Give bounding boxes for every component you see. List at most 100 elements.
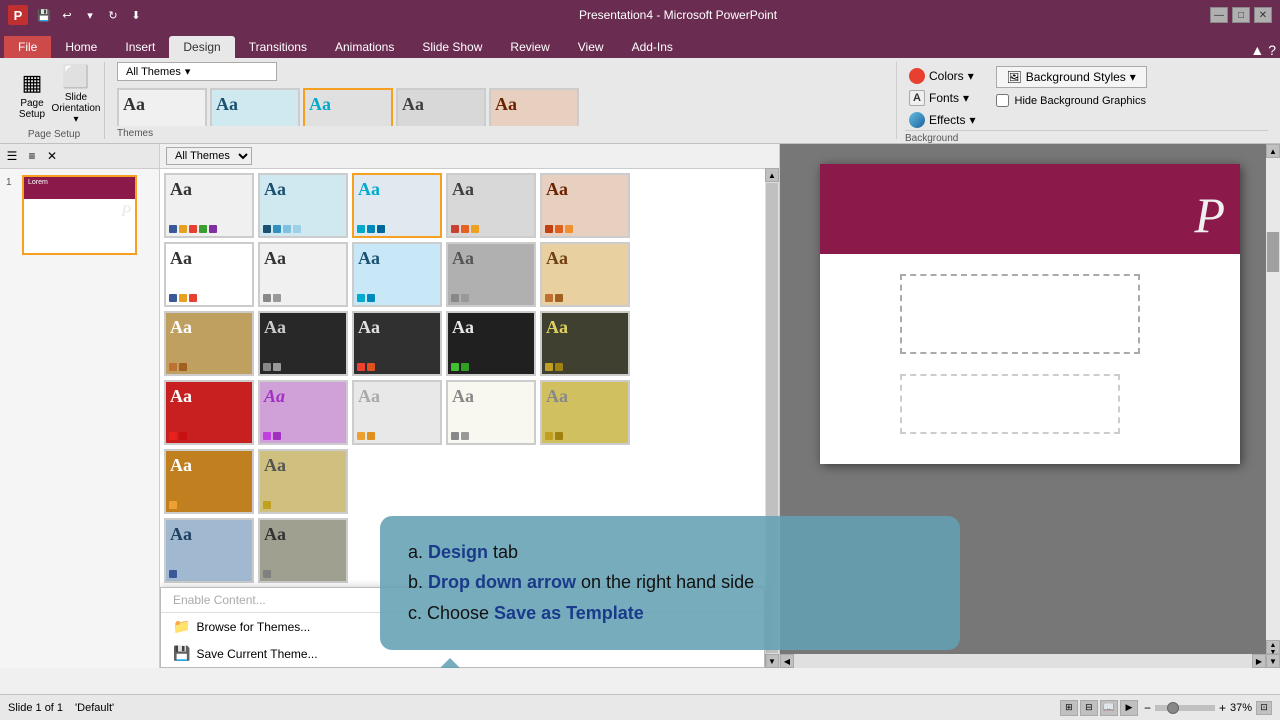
tab-addins[interactable]: Add-Ins xyxy=(618,36,687,58)
status-right-area: ⊞ ⊟ 📖 ▶ − + 37% ⊡ xyxy=(1060,700,1272,716)
theme-20[interactable]: Aa xyxy=(540,380,630,445)
theme-12[interactable]: Aa xyxy=(258,311,348,376)
page-setup-label: PageSetup xyxy=(19,98,45,120)
theme-5[interactable]: Aa xyxy=(540,173,630,238)
canvas-scroll-nav-up[interactable]: ▲ xyxy=(1270,642,1277,649)
app-icon: P xyxy=(8,5,28,25)
reading-view-btn[interactable]: 📖 xyxy=(1100,700,1118,716)
refresh-btn[interactable]: ↻ xyxy=(103,5,123,25)
theme-16[interactable]: Aa xyxy=(164,380,254,445)
tab-file[interactable]: File xyxy=(4,36,51,58)
tab-design[interactable]: Design xyxy=(169,36,234,58)
scroll-down-btn[interactable]: ▼ xyxy=(765,654,779,668)
themes-filter-select[interactable]: All Themes xyxy=(166,147,252,165)
all-themes-dropdown[interactable]: All Themes ▾ xyxy=(117,62,277,81)
collapse-ribbon-btn[interactable]: ▲ xyxy=(1250,42,1264,58)
theme-10[interactable]: Aa xyxy=(540,242,630,307)
zoom-out-btn[interactable]: − xyxy=(1144,701,1151,715)
canvas-scroll-down[interactable]: ▼ xyxy=(1266,654,1280,668)
colors-button[interactable]: Colors ▾ xyxy=(905,66,980,86)
callout-design-bold: Design xyxy=(428,542,488,562)
slide-thumbnail-list: 1 Lorem P xyxy=(0,169,159,261)
tab-slideshow[interactable]: Slide Show xyxy=(408,36,496,58)
theme-office[interactable]: Aa xyxy=(164,173,254,238)
slide-thumb-title: Lorem xyxy=(24,177,135,188)
hide-bg-row: Hide Background Graphics xyxy=(996,94,1147,107)
colors-icon xyxy=(909,68,925,84)
close-panel-btn[interactable]: ✕ xyxy=(42,146,62,166)
ribbon-tabs: File Home Insert Design Transitions Anim… xyxy=(0,30,1280,58)
tab-review[interactable]: Review xyxy=(496,36,563,58)
theme-3-selected[interactable]: Aa xyxy=(352,173,442,238)
theme-22[interactable]: Aa xyxy=(258,449,348,514)
theme-aa-2: Aa xyxy=(212,90,298,126)
callout-line-c: c. Choose Save as Template xyxy=(408,599,932,628)
zoom-slider[interactable] xyxy=(1155,705,1215,711)
slides-view-btn[interactable]: ☰ xyxy=(2,146,22,166)
slide-top-section xyxy=(820,164,1240,254)
canvas-scroll-up[interactable]: ▲ xyxy=(1266,144,1280,158)
qa-dropdown[interactable]: ⬇ xyxy=(126,5,146,25)
hide-bg-label: Hide Background Graphics xyxy=(1015,95,1146,107)
theme-24[interactable]: Aa xyxy=(258,518,348,583)
theme-21[interactable]: Aa xyxy=(164,449,254,514)
theme-thumb-1[interactable]: Aa xyxy=(117,88,207,126)
theme-thumb-2[interactable]: Aa xyxy=(210,88,300,126)
tab-insert[interactable]: Insert xyxy=(111,36,169,58)
sorter-view-btn[interactable]: ⊟ xyxy=(1080,700,1098,716)
tab-view[interactable]: View xyxy=(564,36,618,58)
undo-btn[interactable]: ↩ xyxy=(57,5,77,25)
redo-dropdown[interactable]: ▾ xyxy=(80,5,100,25)
page-setup-button[interactable]: ▦ PageSetup xyxy=(12,68,52,122)
background-styles-button[interactable]: 🖼 Background Styles ▾ xyxy=(996,66,1147,88)
scroll-up-btn[interactable]: ▲ xyxy=(765,168,779,182)
theme-7[interactable]: Aa xyxy=(258,242,348,307)
slide-watermark: P xyxy=(1194,186,1225,244)
outline-view-btn[interactable]: ≡ xyxy=(22,146,42,166)
bg-styles-label: Background Styles xyxy=(1026,70,1126,84)
slideshow-btn[interactable]: ▶ xyxy=(1120,700,1138,716)
callout-bubble: a. Design tab b. Drop down arrow on the … xyxy=(380,516,960,650)
slide-1-thumbnail[interactable]: Lorem P xyxy=(22,175,137,255)
theme-thumb-5[interactable]: Aa xyxy=(489,88,579,126)
maximize-btn[interactable]: □ xyxy=(1232,7,1250,23)
slide-orientation-button[interactable]: ⬜ SlideOrientation ▾ xyxy=(56,62,96,127)
theme-14[interactable]: Aa xyxy=(446,311,536,376)
fit-to-window-btn[interactable]: ⊡ xyxy=(1256,701,1272,715)
zoom-in-btn[interactable]: + xyxy=(1219,701,1226,715)
theme-thumb-3[interactable]: Aa xyxy=(303,88,393,126)
theme-6[interactable]: Aa xyxy=(164,242,254,307)
minimize-btn[interactable]: — xyxy=(1210,7,1228,23)
fonts-button[interactable]: A Fonts ▾ xyxy=(905,88,980,108)
hscroll-left[interactable]: ◀ xyxy=(780,654,794,668)
close-btn[interactable]: ✕ xyxy=(1254,7,1272,23)
hide-bg-checkbox[interactable] xyxy=(996,94,1009,107)
fonts-label: Fonts xyxy=(929,91,959,105)
theme-8[interactable]: Aa xyxy=(352,242,442,307)
slide-1-row: 1 Lorem P xyxy=(6,175,153,255)
theme-4[interactable]: Aa xyxy=(446,173,536,238)
save-quickaccess[interactable]: 💾 xyxy=(34,5,54,25)
theme-aa-5: Aa xyxy=(491,90,577,126)
theme-23[interactable]: Aa xyxy=(164,518,254,583)
theme-19[interactable]: Aa xyxy=(446,380,536,445)
theme-2[interactable]: Aa xyxy=(258,173,348,238)
callout-dropdown-bold: Drop down arrow xyxy=(428,572,576,592)
fonts-arrow: ▾ xyxy=(963,91,969,105)
tab-animations[interactable]: Animations xyxy=(321,36,408,58)
tab-home[interactable]: Home xyxy=(51,36,111,58)
tab-transitions[interactable]: Transitions xyxy=(235,36,321,58)
theme-17[interactable]: Aa xyxy=(258,380,348,445)
theme-thumb-4[interactable]: Aa xyxy=(396,88,486,126)
theme-15[interactable]: Aa xyxy=(540,311,630,376)
theme-9[interactable]: Aa xyxy=(446,242,536,307)
theme-13[interactable]: Aa xyxy=(352,311,442,376)
effects-button[interactable]: Effects ▾ xyxy=(905,110,980,130)
hscroll-right[interactable]: ▶ xyxy=(1252,654,1266,668)
theme-11[interactable]: Aa xyxy=(164,311,254,376)
normal-view-btn[interactable]: ⊞ xyxy=(1060,700,1078,716)
canvas-scroll-thumb[interactable] xyxy=(1267,232,1279,272)
theme-18[interactable]: Aa xyxy=(352,380,442,445)
colors-label: Colors xyxy=(929,69,964,83)
help-btn[interactable]: ? xyxy=(1268,42,1276,58)
